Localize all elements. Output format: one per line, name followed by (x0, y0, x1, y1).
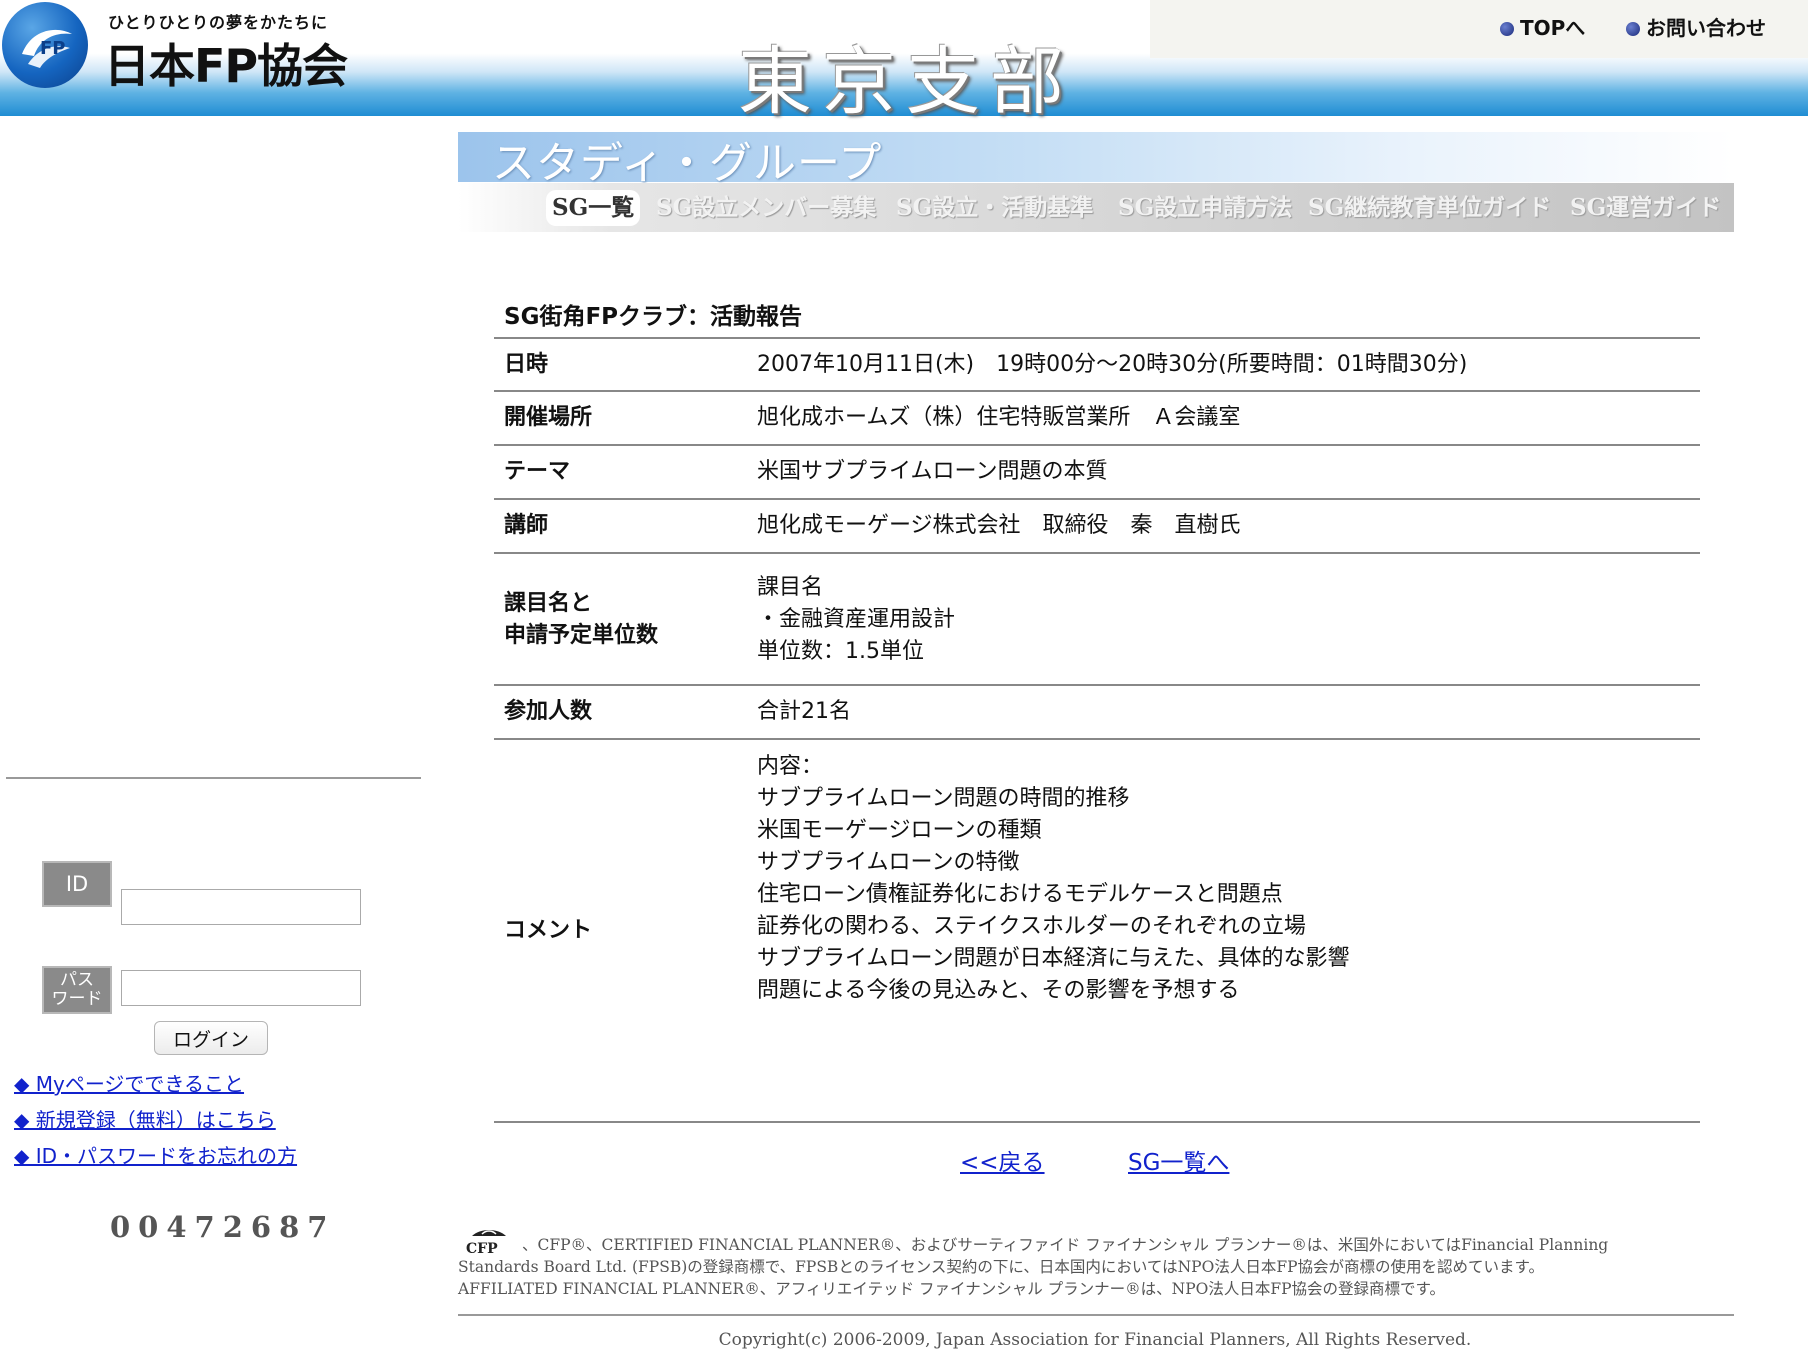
comment-line: 証券化の関わる、ステイクスホルダーのそれぞれの立場 (757, 914, 1306, 939)
comment-line: 内容： (757, 754, 824, 779)
footer-divider (458, 1314, 1734, 1316)
table-row: 日時 2007年10月11日(木) 19時00分～20時30分(所要時間：01時… (494, 337, 1700, 391)
table-row: コメント 内容： サブプライムローン問題の時間的推移 米国モーゲージローンの種類… (494, 738, 1700, 1123)
subject-line: 単位数：1.5単位 (757, 639, 924, 664)
sg-section-title: スタディ・グループ (492, 139, 883, 189)
table-row: 開催場所 旭化成ホームズ（株）住宅特販営業所 Ａ会議室 (494, 390, 1700, 445)
jafp-logo-icon[interactable]: FP (2, 2, 88, 88)
venue-label: 開催場所 (494, 390, 747, 445)
table-row: 参加人数 合計21名 (494, 684, 1700, 739)
subject-value: 課目名 ・金融資産運用設計 単位数：1.5単位 (747, 552, 1700, 685)
mypage-info-link[interactable]: ◆ Myページでできること (14, 1068, 244, 1097)
report-title: SG街角FPクラブ：活動報告 (504, 304, 803, 330)
comment-line: 住宅ローン債権証券化におけるモデルケースと問題点 (757, 882, 1283, 907)
logo-org-name[interactable]: 日本FP協会 (104, 30, 348, 96)
disclaimer-text: 、CFP®、CERTIFIED FINANCIAL PLANNER®、およびサー… (522, 1236, 1609, 1254)
subject-label: 課目名と 申請予定単位数 (494, 552, 747, 685)
svg-text:FP: FP (40, 38, 66, 59)
forgot-credentials-link[interactable]: ◆ ID・パスワードをお忘れの方 (14, 1140, 297, 1169)
id-label: ID (42, 861, 112, 907)
top-link[interactable]: TOPへ (1500, 12, 1585, 41)
comment-value: 内容： サブプライムローン問題の時間的推移 米国モーゲージローンの種類 サブプラ… (747, 738, 1700, 1123)
back-link[interactable]: <<戻る (960, 1143, 1045, 1177)
tab-sg-list[interactable]: SG一覧 (546, 190, 641, 226)
id-input[interactable] (121, 889, 361, 925)
datetime-label: 日時 (494, 337, 747, 391)
subject-label-line: 申請予定単位数 (504, 623, 659, 648)
tab-sg-standards[interactable]: SG設立・活動基準 (896, 190, 1093, 226)
branch-title: 東京支部 (738, 39, 1074, 125)
comment-line: サブプライムローン問題の時間的推移 (757, 786, 1130, 811)
activity-report-table: 日時 2007年10月11日(木) 19時00分～20時30分(所要時間：01時… (494, 337, 1700, 1123)
comment-line: 問題による今後の見込みと、その影響を予想する (757, 978, 1240, 1003)
password-label-line: ワード (51, 989, 103, 1009)
table-row: 課目名と 申請予定単位数 課目名 ・金融資産運用設計 単位数：1.5単位 (494, 552, 1700, 685)
comment-label: コメント (494, 738, 747, 1123)
comment-line: サブプライムローンの特徴 (757, 850, 1020, 875)
sidebar-divider (6, 777, 421, 779)
tab-sg-operation-guide[interactable]: SG運営ガイド (1570, 190, 1721, 226)
lecturer-label: 講師 (494, 498, 747, 553)
comment-line: 米国モーゲージローンの種類 (757, 818, 1042, 843)
venue-value: 旭化成ホームズ（株）住宅特販営業所 Ａ会議室 (747, 390, 1700, 445)
contact-link[interactable]: お問い合わせ (1626, 12, 1766, 41)
attendees-label: 参加人数 (494, 684, 747, 739)
bullet-dot-icon (1626, 22, 1640, 36)
table-row: テーマ 米国サブプライムローン問題の本質 (494, 444, 1700, 499)
attendees-value: 合計21名 (747, 684, 1700, 739)
subject-line: ・金融資産運用設計 (757, 607, 956, 632)
theme-value: 米国サブプライムローン問題の本質 (747, 444, 1700, 499)
trademark-disclaimer: 、CFP®、CERTIFIED FINANCIAL PLANNER®、およびサー… (458, 1234, 1734, 1300)
register-link[interactable]: ◆ 新規登録（無料）はこちら (14, 1104, 276, 1133)
password-label: パス ワード (42, 966, 112, 1014)
tab-sg-application[interactable]: SG設立申請方法 (1118, 190, 1292, 226)
table-row: 講師 旭化成モーゲージ株式会社 取締役 秦 直樹氏 (494, 498, 1700, 553)
lecturer-value: 旭化成モーゲージ株式会社 取締役 秦 直樹氏 (747, 498, 1700, 553)
password-input[interactable] (121, 970, 361, 1006)
password-label-line: パス (60, 970, 94, 990)
theme-label: テーマ (494, 444, 747, 499)
comment-line: サブプライムローン問題が日本経済に与えた、具体的な影響 (757, 946, 1350, 971)
disclaimer-line: AFFILIATED FINANCIAL PLANNER®、アフィリエイテッド … (458, 1280, 1445, 1298)
bullet-dot-icon (1500, 22, 1514, 36)
disclaimer-line: 、CFP®、CERTIFIED FINANCIAL PLANNER®、およびサー… (458, 1234, 1734, 1256)
subject-line: 課目名 (757, 575, 824, 600)
copyright: Copyright(c) 2006-2009, Japan Associatio… (718, 1330, 1472, 1350)
sg-list-link[interactable]: SG一覧へ (1128, 1143, 1229, 1177)
subject-label-line: 課目名と (504, 591, 593, 616)
site-header: FP ひとりひとりの夢をかたちに 日本FP協会 東京支部 TOPへ お問い合わせ (0, 0, 1808, 125)
contact-link-label: お問い合わせ (1646, 16, 1766, 40)
access-counter: 00472687 (110, 1210, 336, 1244)
datetime-value: 2007年10月11日(木) 19時00分～20時30分(所要時間：01時間30… (747, 337, 1700, 391)
disclaimer-line: Standards Board Ltd. (FPSB)の登録商標で、FPSBとの… (458, 1258, 1544, 1276)
tab-sg-member-recruit[interactable]: SG設立メンバー募集 (656, 190, 876, 226)
tab-sg-credit-guide[interactable]: SG継続教育単位ガイド (1308, 190, 1551, 226)
login-button[interactable]: ログイン (154, 1021, 268, 1055)
top-link-label: TOPへ (1520, 16, 1586, 40)
